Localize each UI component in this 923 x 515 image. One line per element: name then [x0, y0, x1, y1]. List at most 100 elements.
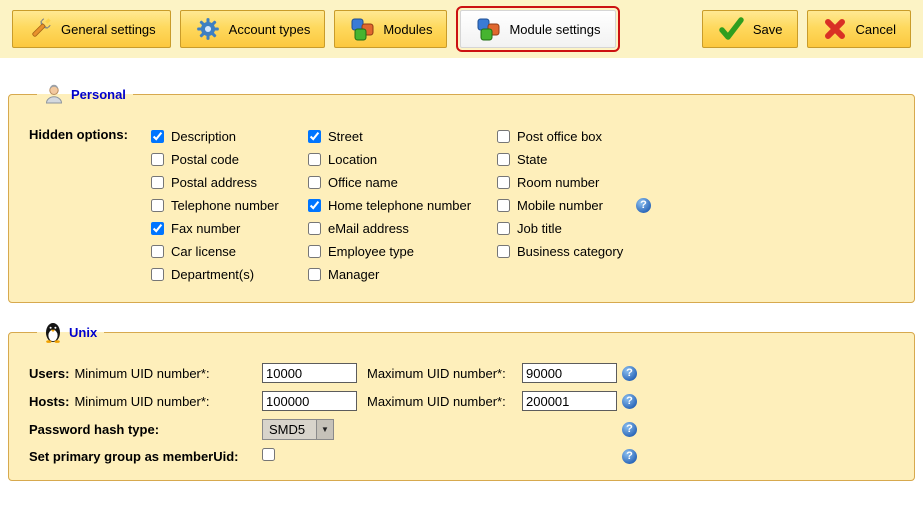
checkbox-label: Postal code	[171, 152, 239, 167]
min-uid-label: Minimum UID number*:	[74, 366, 209, 381]
hidden-option-car-license[interactable]: Car license	[151, 240, 308, 263]
users-group-label: Users:	[29, 366, 69, 381]
checkbox[interactable]	[497, 153, 510, 166]
checkbox[interactable]	[151, 153, 164, 166]
checkbox[interactable]	[308, 199, 321, 212]
hosts-group-label: Hosts:	[29, 394, 69, 409]
cancel-x-icon	[822, 16, 848, 42]
help-icon[interactable]: ?	[622, 366, 637, 381]
checkbox-label: Job title	[517, 221, 562, 236]
hidden-option-mobile-number[interactable]: Mobile number?	[497, 194, 727, 217]
hidden-option-manager[interactable]: Manager	[308, 263, 497, 286]
checkbox-label: Post office box	[517, 129, 602, 144]
hidden-option-postal-code[interactable]: Postal code	[151, 148, 308, 171]
hosts-max-uid-label: Maximum UID number*:	[367, 394, 522, 409]
toolbar: General settings Account types	[0, 0, 923, 58]
hidden-option-post-office-box[interactable]: Post office box	[497, 125, 727, 148]
checkbox[interactable]	[308, 176, 321, 189]
help-icon[interactable]: ?	[636, 198, 651, 213]
hosts-max-uid-input[interactable]	[522, 391, 617, 411]
checkbox-label: Business category	[517, 244, 623, 259]
legend-text: Unix	[69, 325, 97, 340]
checkbox-label: Postal address	[171, 175, 257, 190]
member-uid-label: Set primary group as memberUid:	[29, 449, 262, 464]
hidden-option-home-telephone-number[interactable]: Home telephone number	[308, 194, 497, 217]
hidden-option-employee-type[interactable]: Employee type	[308, 240, 497, 263]
checkbox-label: Room number	[517, 175, 599, 190]
checkbox-label: Fax number	[171, 221, 240, 236]
hidden-option-email-address[interactable]: eMail address	[308, 217, 497, 240]
checkbox-label: Telephone number	[171, 198, 279, 213]
checkbox[interactable]	[308, 130, 321, 143]
help-icon[interactable]: ?	[622, 449, 637, 464]
tab-label: Save	[753, 22, 783, 37]
hidden-option-description[interactable]: Description	[151, 125, 308, 148]
tab-label: General settings	[61, 22, 156, 37]
users-max-uid-label: Maximum UID number*:	[367, 366, 522, 381]
unix-legend: Unix	[37, 321, 104, 343]
hidden-option-postal-address[interactable]: Postal address	[151, 171, 308, 194]
hidden-option-location[interactable]: Location	[308, 148, 497, 171]
checkbox-label: Office name	[328, 175, 398, 190]
checkbox[interactable]	[151, 130, 164, 143]
tab-label: Account types	[229, 22, 311, 37]
tab-module-settings[interactable]: Module settings	[460, 10, 615, 48]
person-icon	[44, 84, 64, 105]
users-min-uid-label: Users: Minimum UID number*:	[29, 366, 262, 381]
hidden-option-telephone-number[interactable]: Telephone number	[151, 194, 308, 217]
checkbox-column: Street Location Office name Home telephone …	[308, 125, 497, 286]
checkbox[interactable]	[497, 130, 510, 143]
hidden-option-street[interactable]: Street	[308, 125, 497, 148]
password-hash-label: Password hash type:	[29, 422, 262, 437]
checkbox[interactable]	[308, 268, 321, 281]
checkbox[interactable]	[497, 222, 510, 235]
tab-label: Cancel	[856, 22, 896, 37]
checkbox-label: Description	[171, 129, 236, 144]
hidden-option-department-s-[interactable]: Department(s)	[151, 263, 308, 286]
hidden-option-fax-number[interactable]: Fax number	[151, 217, 308, 240]
tab-modules[interactable]: Modules	[334, 10, 447, 48]
checkbox-column: Description Postal code Postal address Tele…	[151, 125, 308, 286]
checkbox[interactable]	[497, 176, 510, 189]
password-hash-value: SMD5	[269, 422, 305, 437]
personal-section: Personal Hidden options: DescriptionPost…	[8, 84, 915, 303]
hosts-min-uid-input[interactable]	[262, 391, 357, 411]
checkbox[interactable]	[308, 222, 321, 235]
checkbox[interactable]	[497, 245, 510, 258]
hidden-option-office-name[interactable]: Office name	[308, 171, 497, 194]
tab-label: Modules	[383, 22, 432, 37]
checkbox[interactable]	[151, 199, 164, 212]
hidden-option-business-category[interactable]: Business category	[497, 240, 727, 263]
cancel-button[interactable]: Cancel	[807, 10, 911, 48]
checkbox[interactable]	[151, 222, 164, 235]
tab-account-types[interactable]: Account types	[180, 10, 326, 48]
hidden-options-row: Hidden options: DescriptionPostal codePo…	[29, 125, 894, 286]
password-hash-select[interactable]: SMD5 ▼	[262, 419, 334, 440]
checkbox-column: Post office box State Room number Mobile nu…	[497, 125, 727, 286]
checkbox-label: Location	[328, 152, 377, 167]
hidden-option-state[interactable]: State	[497, 148, 727, 171]
checkbox[interactable]	[497, 199, 510, 212]
hidden-option-room-number[interactable]: Room number	[497, 171, 727, 194]
help-icon[interactable]: ?	[622, 394, 637, 409]
checkbox-label: Home telephone number	[328, 198, 471, 213]
tab-general-settings[interactable]: General settings	[12, 10, 171, 48]
checkbox[interactable]	[308, 245, 321, 258]
checkbox[interactable]	[308, 153, 321, 166]
personal-legend: Personal	[37, 84, 133, 105]
users-min-uid-input[interactable]	[262, 363, 357, 383]
member-uid-checkbox[interactable]	[262, 448, 275, 461]
hidden-options-columns: Description Postal code Postal address Tele…	[151, 125, 727, 286]
help-icon[interactable]: ?	[622, 422, 637, 437]
unix-settings-grid: Users: Minimum UID number*: Maximum UID n…	[29, 363, 894, 464]
checkbox[interactable]	[151, 268, 164, 281]
checkbox[interactable]	[151, 176, 164, 189]
checkbox-label: Department(s)	[171, 267, 254, 282]
unix-section: Unix Users: Minimum UID number*: Maximum …	[8, 321, 915, 481]
hidden-option-job-title[interactable]: Job title	[497, 217, 727, 240]
checkbox[interactable]	[151, 245, 164, 258]
legend-text: Personal	[71, 87, 126, 102]
checkbox-label: State	[517, 152, 547, 167]
save-button[interactable]: Save	[702, 10, 798, 48]
users-max-uid-input[interactable]	[522, 363, 617, 383]
